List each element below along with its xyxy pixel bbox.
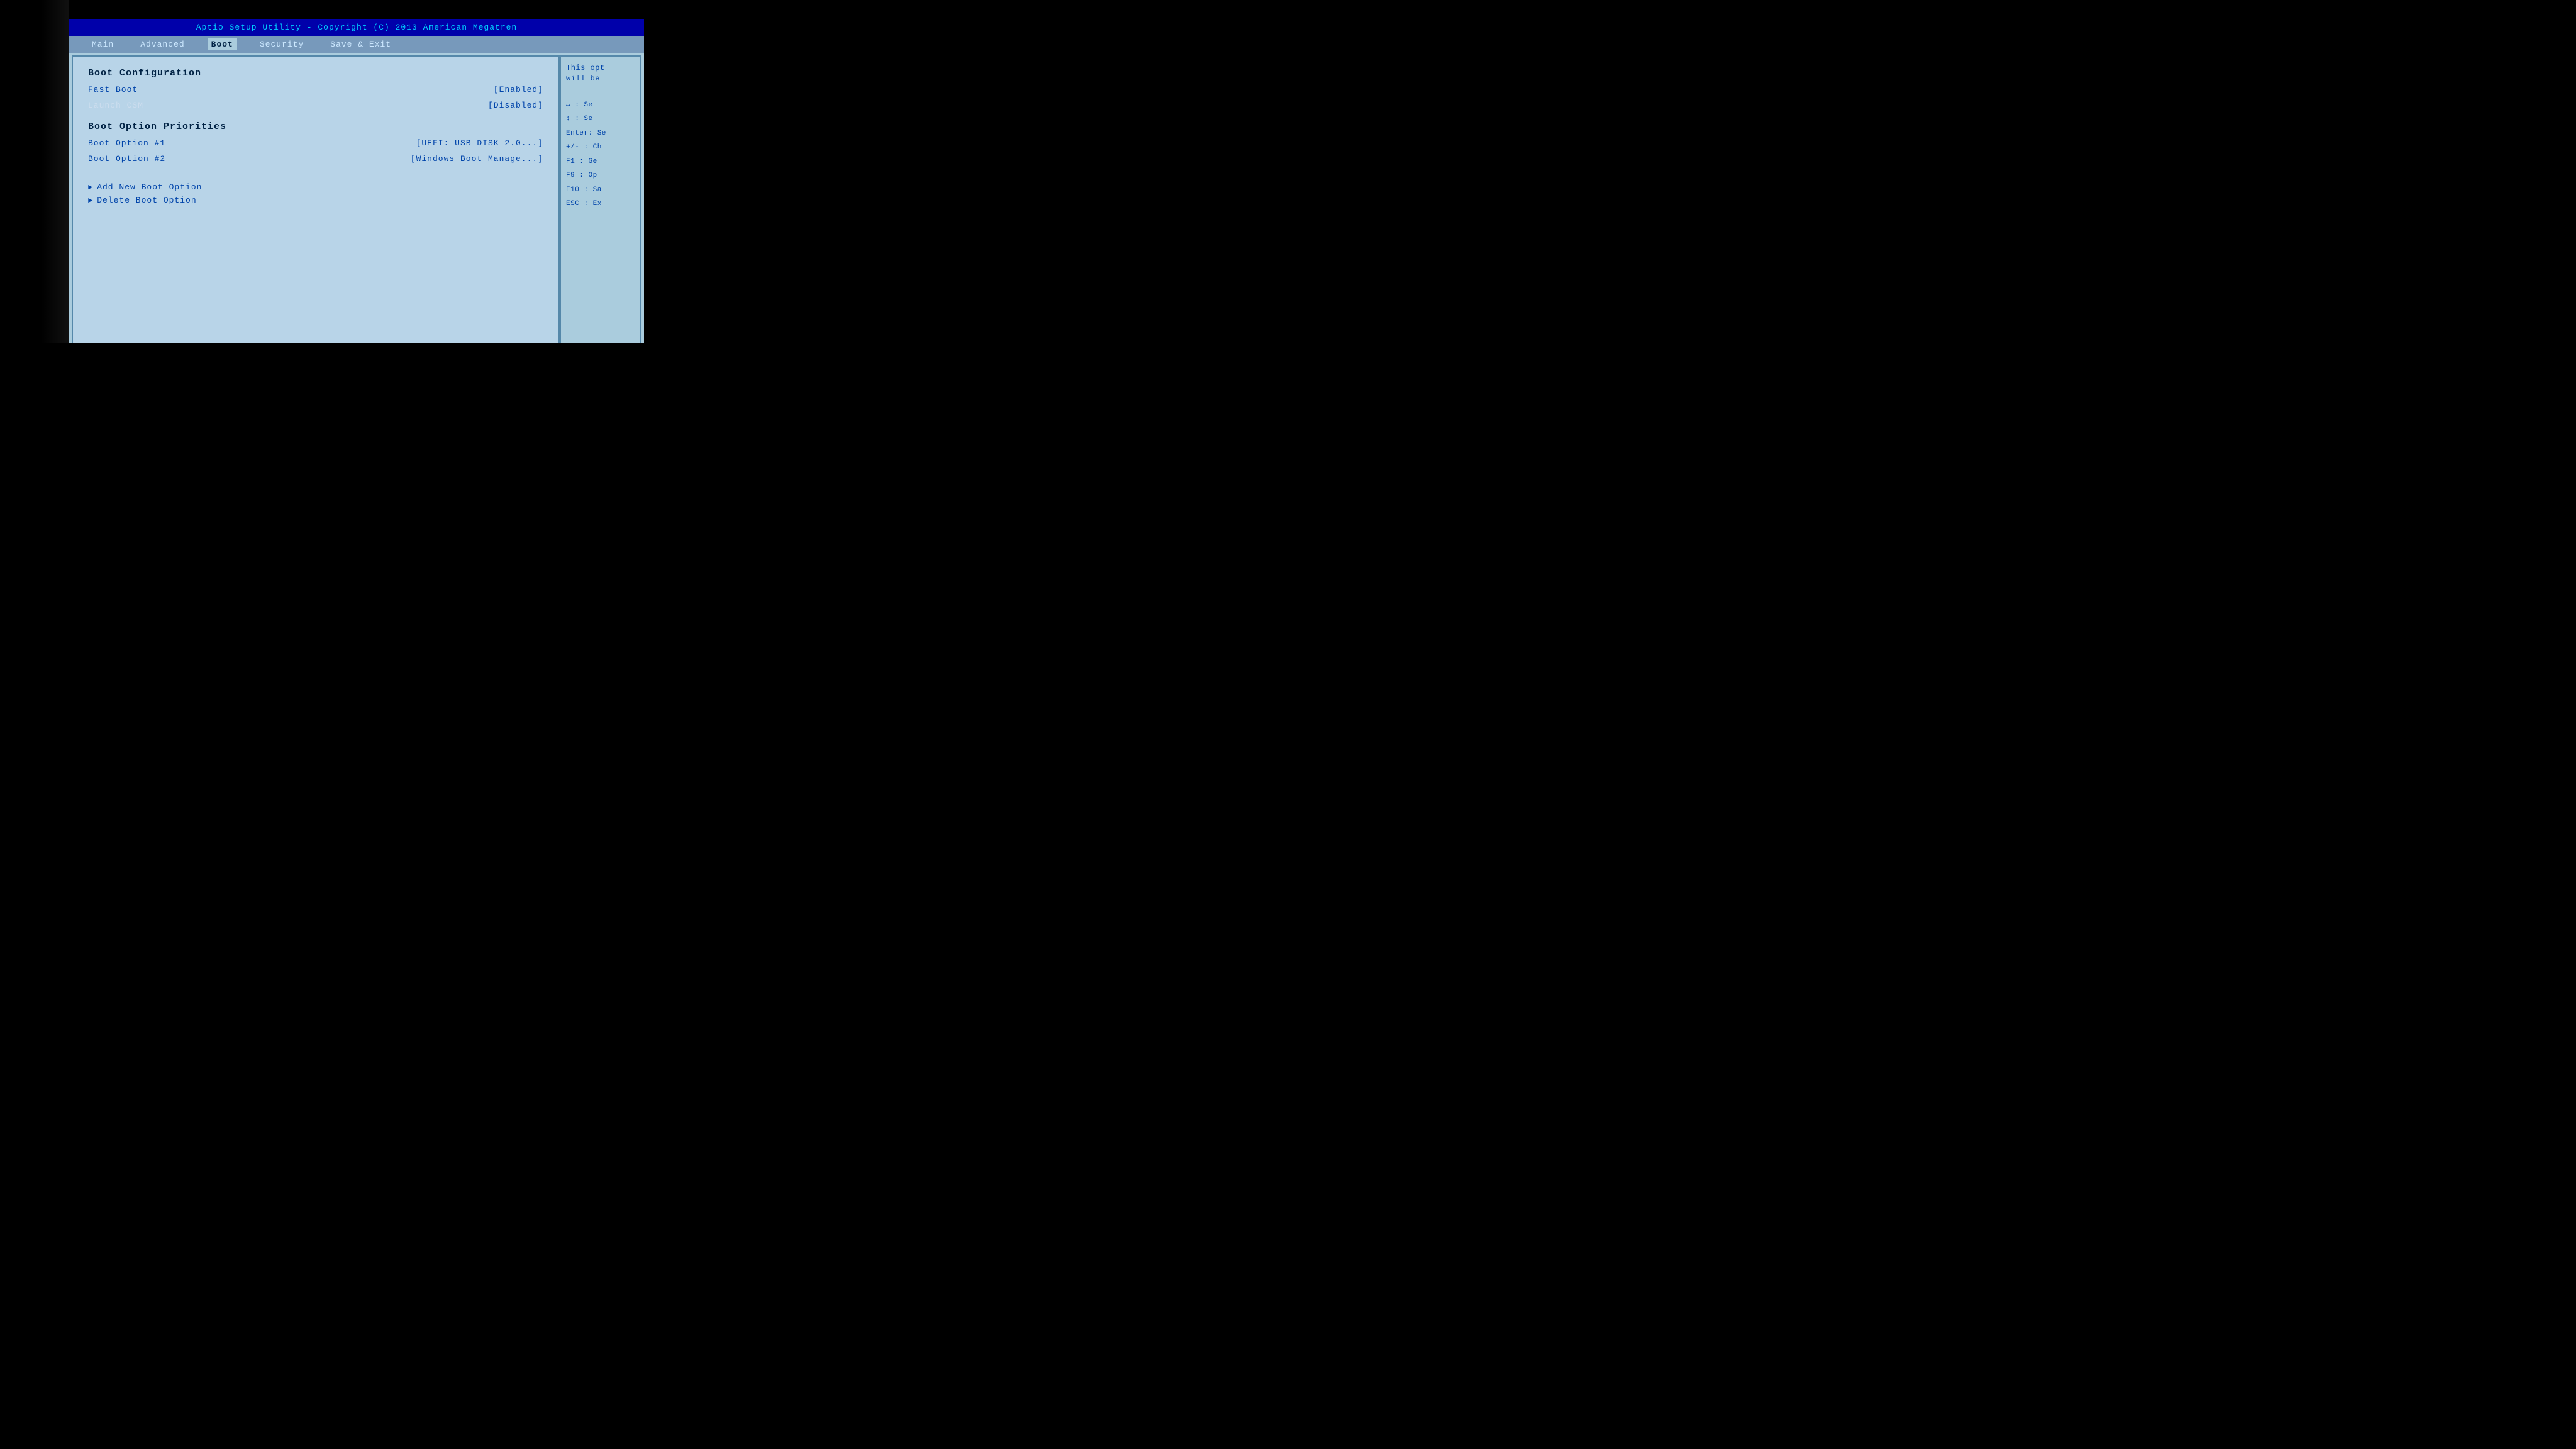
key-hint-enter: Enter: Se	[566, 128, 635, 139]
nav-bar: Main Advanced Boot Security Save & Exit	[69, 36, 644, 53]
arrow-icon-add: ►	[88, 183, 93, 192]
launch-csm-label: Launch CSM	[88, 101, 143, 110]
boot-option-2-label: Boot Option #2	[88, 154, 165, 164]
left-edge-decoration	[0, 0, 69, 362]
title-text: Aptio Setup Utility - Copyright (C) 2013…	[196, 23, 517, 32]
nav-item-advanced[interactable]: Advanced	[136, 38, 188, 50]
nav-item-save-exit[interactable]: Save & Exit	[326, 38, 395, 50]
boot-option-2-value: [Windows Boot Manage...]	[411, 154, 543, 164]
add-new-boot-option[interactable]: ► Add New Boot Option	[88, 182, 543, 192]
key-hint-select-item: ↕ : Se	[566, 114, 635, 125]
content-panel: Boot Configuration Fast Boot [Enabled] L…	[72, 55, 560, 357]
delete-boot-option[interactable]: ► Delete Boot Option	[88, 196, 543, 205]
boot-option-1-value: [UEFI: USB DISK 2.0...]	[416, 138, 543, 148]
fast-boot-label: Fast Boot	[88, 85, 138, 94]
add-new-boot-label: Add New Boot Option	[97, 182, 202, 192]
key-hint-esc: ESC : Ex	[566, 199, 635, 209]
bottom-edge-decoration	[0, 343, 644, 362]
bios-screen: Aptio Setup Utility - Copyright (C) 2013…	[69, 19, 644, 362]
main-area: Boot Configuration Fast Boot [Enabled] L…	[69, 53, 644, 360]
key-hint-change: +/- : Ch	[566, 142, 635, 153]
fast-boot-row[interactable]: Fast Boot [Enabled]	[88, 84, 543, 96]
delete-boot-label: Delete Boot Option	[97, 196, 196, 205]
title-bar: Aptio Setup Utility - Copyright (C) 2013…	[69, 19, 644, 36]
help-description: This optwill be	[566, 63, 635, 84]
boot-config-title: Boot Configuration	[88, 68, 543, 79]
key-hint-f10: F10 : Sa	[566, 185, 635, 196]
key-hint-f9: F9 : Op	[566, 170, 635, 181]
nav-item-main[interactable]: Main	[88, 38, 118, 50]
nav-item-boot[interactable]: Boot	[208, 38, 237, 50]
arrow-icon-delete: ►	[88, 196, 93, 205]
nav-item-security[interactable]: Security	[256, 38, 308, 50]
boot-option-1-row[interactable]: Boot Option #1 [UEFI: USB DISK 2.0...]	[88, 137, 543, 149]
boot-option-1-label: Boot Option #1	[88, 138, 165, 148]
launch-csm-value: [Disabled]	[488, 101, 543, 110]
launch-csm-row[interactable]: Launch CSM [Disabled]	[88, 99, 543, 111]
help-panel: This optwill be ↔ : Se ↕ : Se Enter: Se …	[560, 55, 641, 357]
key-hint-f1: F1 : Ge	[566, 157, 635, 167]
boot-option-title: Boot Option Priorities	[88, 121, 543, 132]
fast-boot-value: [Enabled]	[494, 85, 543, 94]
boot-option-2-row[interactable]: Boot Option #2 [Windows Boot Manage...]	[88, 153, 543, 165]
key-hint-select-tab: ↔ : Se	[566, 100, 635, 111]
